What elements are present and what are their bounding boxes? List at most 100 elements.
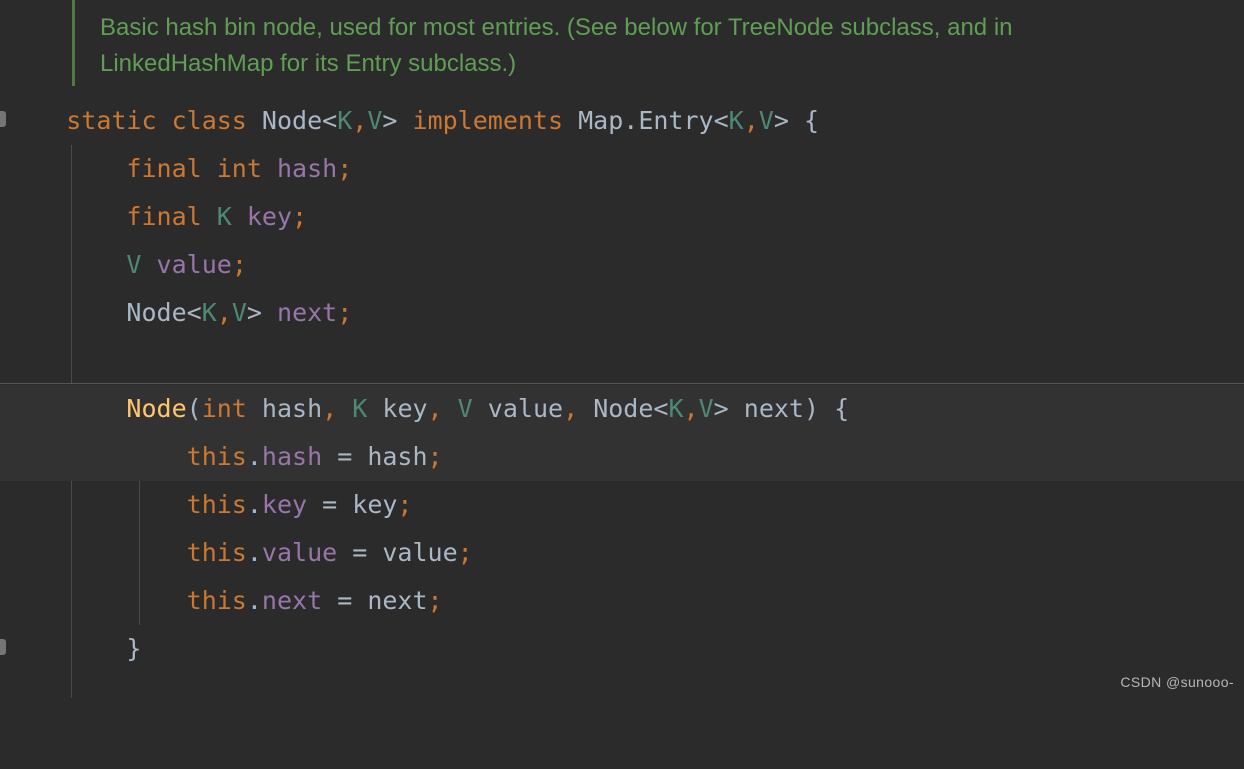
code-editor[interactable]: Basic hash bin node, used for most entri…: [0, 0, 1244, 698]
token-keyword-this: this: [186, 538, 247, 567]
token-brace-close: }: [126, 634, 142, 663]
token-generic-comma: ,: [683, 394, 699, 423]
token-semicolon: ;: [457, 538, 473, 567]
token-field-key: key: [261, 490, 308, 519]
token-paren-open: (: [186, 394, 202, 423]
code-line-field-hash[interactable]: final int hash;: [0, 145, 1244, 193]
watermark-text: CSDN @sunooo-: [1120, 674, 1234, 690]
token-param-next: next: [743, 394, 804, 423]
code-line-field-value[interactable]: V value;: [0, 241, 1244, 289]
token-comma-3: ,: [563, 394, 579, 423]
token-angle-open: <: [653, 394, 669, 423]
code-line-blank[interactable]: [0, 337, 1244, 385]
token-comma-1: ,: [322, 394, 338, 423]
code-line-constructor-close-content: }: [0, 625, 141, 673]
code-line-assign-hash-content: this.hash = hash;: [0, 433, 443, 481]
token-type-node: Node: [593, 394, 654, 423]
token-generic-k-2: K: [728, 106, 744, 135]
code-line-assign-key[interactable]: this.key = key;: [0, 481, 1244, 529]
token-angle-close: >: [382, 106, 398, 135]
token-semicolon: ;: [397, 490, 413, 519]
indent-spacer-2: [126, 538, 186, 567]
code-line-field-next[interactable]: Node<K,V> next;: [0, 289, 1244, 337]
token-angle-open-2: <: [713, 106, 729, 135]
code-line-field-value-content: V value;: [0, 241, 247, 289]
token-type-v: V: [457, 394, 473, 423]
token-keyword-final: final: [126, 202, 202, 231]
token-semicolon: ;: [231, 250, 247, 279]
code-line-assign-hash[interactable]: this.hash = hash;: [0, 433, 1244, 481]
token-value-key: key: [352, 490, 398, 519]
code-line-constructor-signature[interactable]: Node(int hash, K key, V value, Node<K,V>…: [0, 385, 1244, 433]
code-line-assign-next[interactable]: this.next = next;: [0, 577, 1244, 625]
token-keyword-implements: implements: [412, 106, 564, 135]
code-line-field-key[interactable]: final K key;: [0, 193, 1244, 241]
code-line-class-declaration-content: static class Node<K,V> implements Map.En…: [0, 97, 819, 145]
token-semicolon: ;: [292, 202, 308, 231]
token-field-next: next: [277, 298, 338, 327]
token-dot: .: [623, 106, 639, 135]
token-angle-close: >: [713, 394, 729, 423]
code-line-field-next-content: Node<K,V> next;: [0, 289, 352, 337]
token-param-key: key: [382, 394, 428, 423]
token-value-value: value: [382, 538, 458, 567]
token-param-hash: hash: [261, 394, 323, 423]
token-interface-map: Map: [578, 106, 624, 135]
token-paren-close: ): [804, 394, 820, 423]
token-field-hash: hash: [261, 442, 323, 471]
token-semicolon: ;: [337, 154, 353, 183]
code-line-assign-key-content: this.key = key;: [0, 481, 413, 529]
token-generic-k: K: [201, 298, 217, 327]
token-generic-v: V: [231, 298, 247, 327]
token-angle-close-2: >: [773, 106, 789, 135]
token-value-hash: hash: [367, 442, 428, 471]
token-equals: =: [337, 586, 353, 615]
token-brace-open: {: [834, 394, 850, 423]
code-line-assign-next-content: this.next = next;: [0, 577, 443, 625]
token-dot: .: [246, 586, 262, 615]
token-dot: .: [246, 490, 262, 519]
token-equals: =: [322, 490, 338, 519]
token-keyword-class: class: [171, 106, 247, 135]
token-generic-v: V: [367, 106, 383, 135]
token-angle-open: <: [322, 106, 338, 135]
token-field-key: key: [246, 202, 293, 231]
token-field-next: next: [261, 586, 323, 615]
token-semicolon: ;: [427, 586, 443, 615]
token-dot: .: [246, 442, 262, 471]
token-generic-v-2: V: [758, 106, 774, 135]
doc-comment-line-1: Basic hash bin node, used for most entri…: [0, 10, 1244, 46]
doc-comment-line-2: LinkedHashMap for its Entry subclass.): [0, 46, 1244, 82]
token-field-value: value: [261, 538, 338, 567]
code-line-class-declaration[interactable]: static class Node<K,V> implements Map.En…: [0, 97, 1244, 145]
token-semicolon: ;: [337, 298, 353, 327]
code-line-constructor-close[interactable]: }: [0, 625, 1244, 673]
token-equals: =: [337, 442, 353, 471]
token-generic-v: V: [698, 394, 714, 423]
code-line-assign-value[interactable]: this.value = value;: [0, 529, 1244, 577]
token-keyword-this: this: [186, 442, 247, 471]
token-brace-open: {: [803, 106, 820, 135]
